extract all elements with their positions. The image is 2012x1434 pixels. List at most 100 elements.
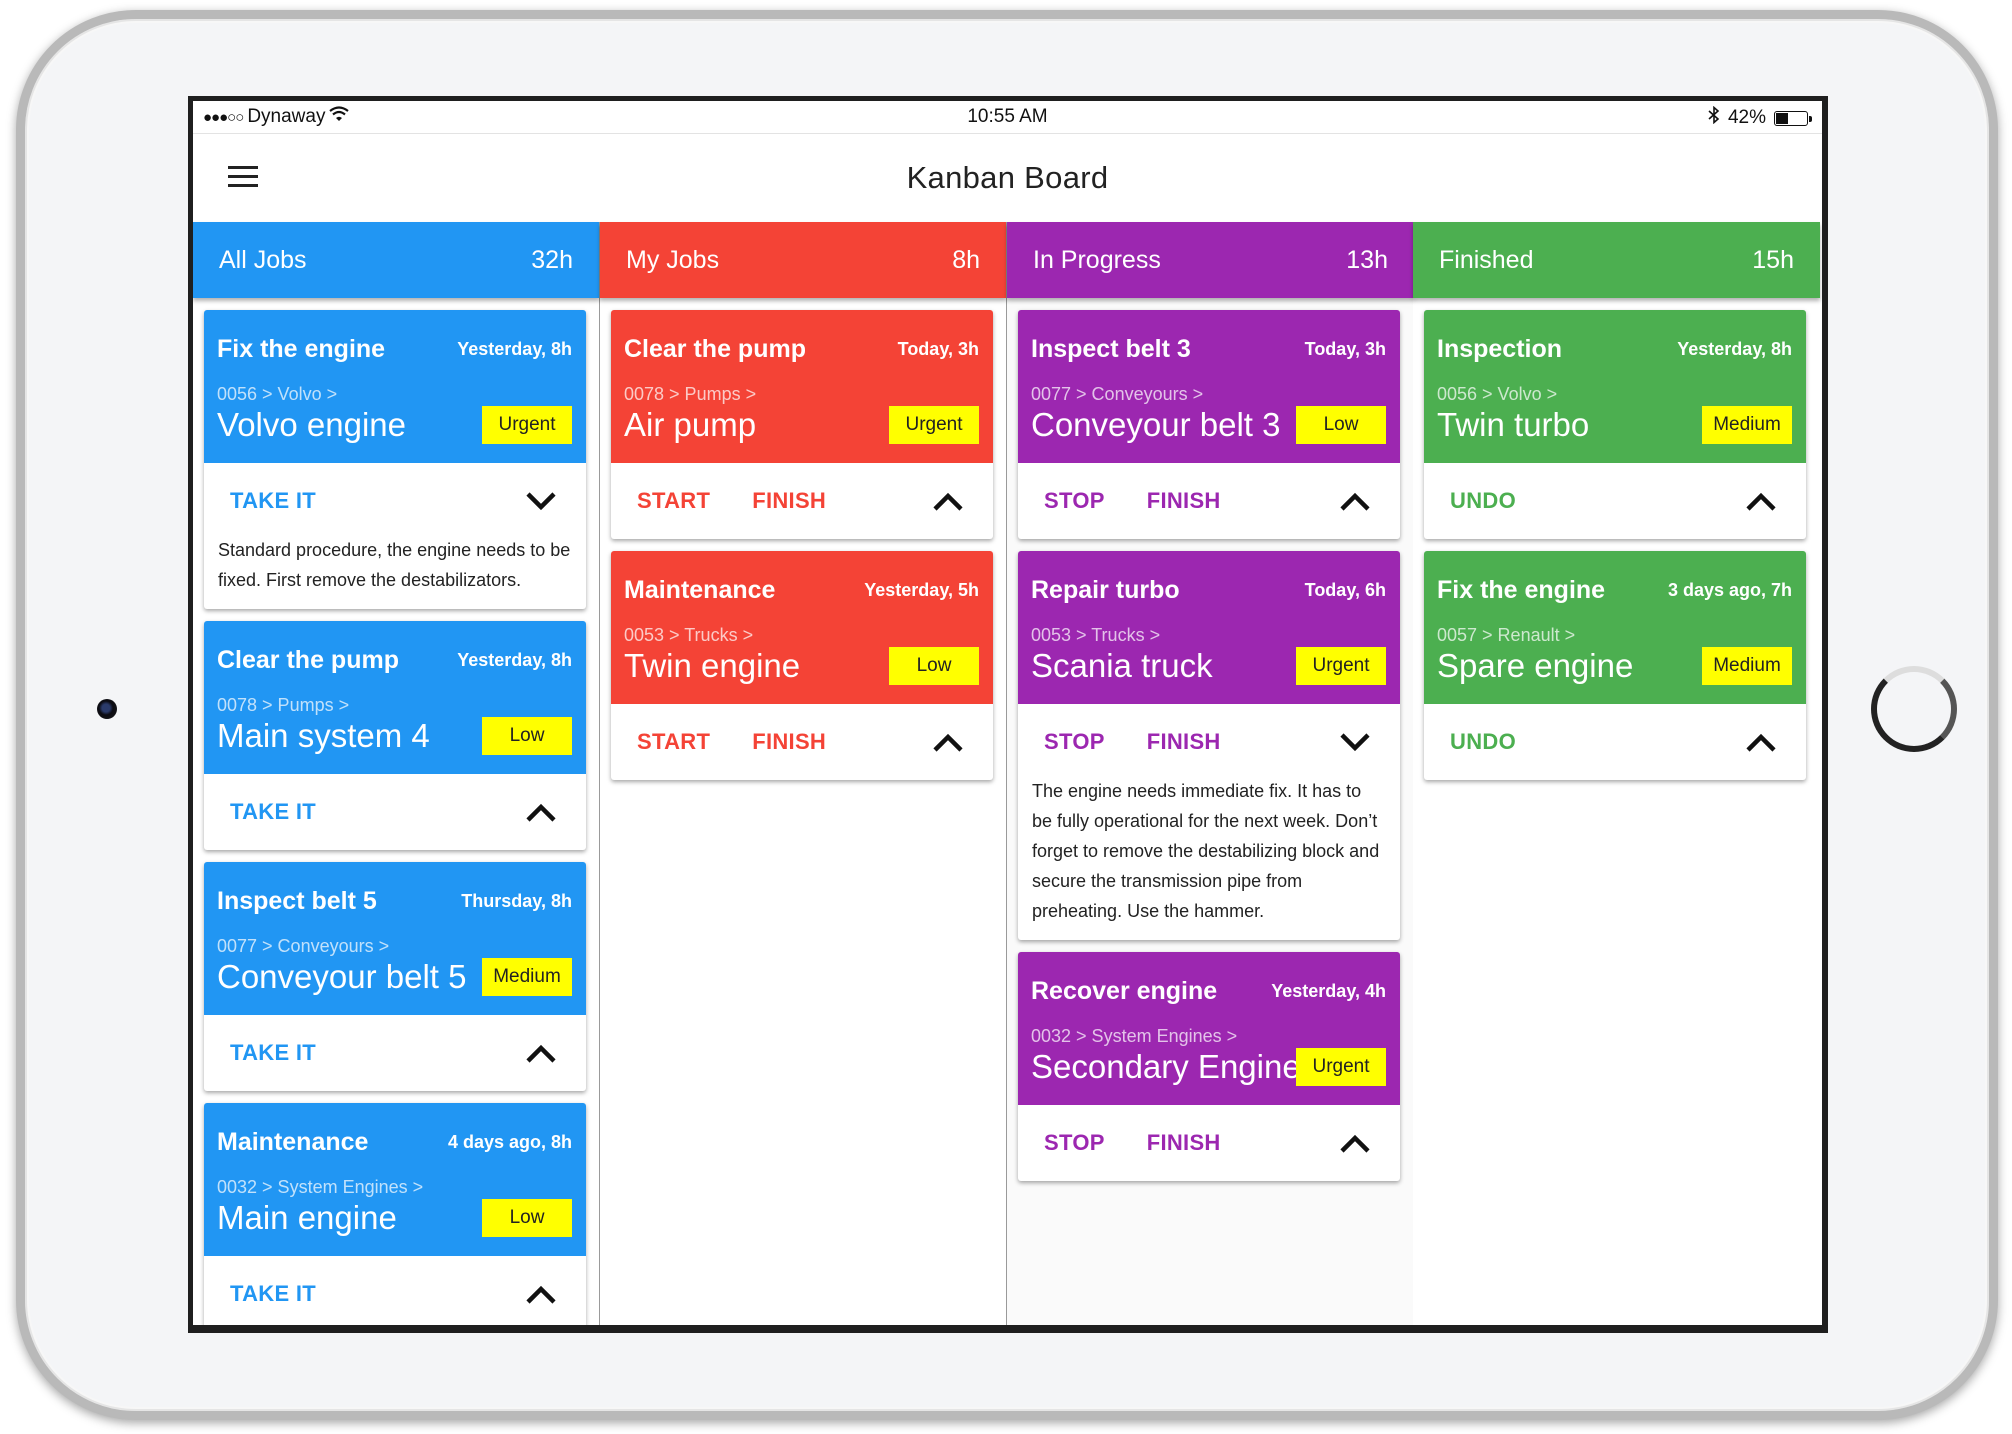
undo-button[interactable]: UNDO [1450, 488, 1516, 514]
asset-path: 0078 > Pumps > [217, 695, 350, 715]
job-title: Fix the engine [217, 335, 386, 363]
job-title: Maintenance [217, 1128, 369, 1156]
finish-button[interactable]: FINISH [752, 729, 826, 755]
battery-percent: 42% [1727, 107, 1766, 128]
start-button[interactable]: START [637, 729, 710, 755]
job-card[interactable]: Inspection Yesterday, 8h 0056 > Volvo > Twi… [1424, 310, 1806, 539]
undo-button[interactable]: UNDO [1450, 729, 1516, 755]
column-header-in-progress[interactable]: In Progress 13h [1007, 222, 1414, 298]
card-header[interactable]: Clear the pump Today, 3h 0078 > Pumps > Air… [611, 310, 993, 463]
take-it-button[interactable]: TAKE IT [230, 1281, 316, 1307]
asset-path: 0032 > System Engines > [217, 1177, 424, 1197]
job-card[interactable]: Maintenance 4 days ago, 8h 0032 > System E… [204, 1103, 586, 1325]
column-title: My Jobs [626, 245, 720, 274]
card-header[interactable]: Clear the pump Yesterday, 8h 0078 > Pumps … [204, 621, 586, 774]
job-time: Today, 3h [897, 339, 979, 359]
column-header-my-jobs[interactable]: My Jobs 8h [600, 222, 1006, 298]
card-actions: STOP FINISH [1018, 704, 1400, 780]
finish-button[interactable]: FINISH [752, 488, 826, 514]
asset-path: 0077 > Conveyours > [217, 936, 390, 956]
stop-button[interactable]: STOP [1044, 729, 1105, 755]
take-it-button[interactable]: TAKE IT [230, 1040, 316, 1066]
card-actions: START FINISH [611, 463, 993, 539]
column-header-all-jobs[interactable]: All Jobs 32h [193, 222, 599, 298]
job-title: Maintenance [624, 576, 776, 604]
card-header[interactable]: Maintenance 4 days ago, 8h 0032 > System E… [204, 1103, 586, 1256]
battery-level [1776, 112, 1788, 124]
card-list: Inspect belt 3 Today, 3h 0077 > Conveyours… [1007, 298, 1414, 1181]
chevron-up-icon[interactable] [931, 728, 965, 756]
column-all-jobs: All Jobs 32h Fix the engine Yesterday, 8h 00… [193, 222, 600, 1325]
card-header[interactable]: Maintenance Yesterday, 5h 0053 > Trucks > T… [611, 551, 993, 704]
column-in-progress: In Progress 13h Inspect belt 3 Today, 3h 007… [1007, 222, 1414, 1325]
status-bar: ●●●○○ Dynaway 10:55 AM 42% [193, 101, 1822, 134]
asset-name: Twin turbo [1437, 406, 1590, 443]
card-header[interactable]: Repair turbo Today, 6h 0053 > Trucks > Scan… [1018, 551, 1400, 704]
job-card[interactable]: Repair turbo Today, 6h 0053 > Trucks > Scan… [1018, 551, 1400, 940]
job-card[interactable]: Inspect belt 3 Today, 3h 0077 > Conveyours… [1018, 310, 1400, 539]
column-title: All Jobs [219, 245, 307, 274]
job-card[interactable]: Maintenance Yesterday, 5h 0053 > Trucks > T… [611, 551, 993, 780]
chevron-up-icon[interactable] [931, 487, 965, 515]
job-card[interactable]: Inspect belt 5 Thursday, 8h 0077 > Conveyo… [204, 862, 586, 1091]
job-description: Standard procedure, the engine needs to … [218, 540, 571, 590]
chevron-up-icon[interactable] [1338, 1129, 1372, 1157]
card-header[interactable]: Inspect belt 3 Today, 3h 0077 > Conveyours… [1018, 310, 1400, 463]
chevron-down-icon[interactable] [1338, 728, 1372, 756]
asset-path: 0056 > Volvo > [217, 384, 338, 404]
job-title: Repair turbo [1031, 576, 1180, 604]
column-title: In Progress [1033, 245, 1161, 274]
job-card[interactable]: Clear the pump Yesterday, 8h 0078 > Pumps … [204, 621, 586, 850]
card-header[interactable]: Fix the engine Yesterday, 8h 0056 > Volvo … [204, 310, 586, 463]
chevron-up-icon[interactable] [524, 1039, 558, 1067]
card-header[interactable]: Inspection Yesterday, 8h 0056 > Volvo > Twi… [1424, 310, 1806, 463]
asset-name: Conveyour belt 5 [217, 958, 467, 995]
card-header[interactable]: Recover engine Yesterday, 4h 0032 > System… [1018, 952, 1400, 1105]
priority-badge: Urgent [1296, 1048, 1386, 1086]
job-time: Yesterday, 8h [1677, 339, 1792, 359]
home-button[interactable] [1871, 666, 1957, 752]
card-header[interactable]: Fix the engine 3 days ago, 7h 0057 > Renau… [1424, 551, 1806, 704]
column-hours: 13h [1346, 245, 1388, 274]
card-actions: TAKE IT [204, 463, 586, 539]
stop-button[interactable]: STOP [1044, 488, 1105, 514]
job-card[interactable]: Fix the engine 3 days ago, 7h 0057 > Renau… [1424, 551, 1806, 780]
priority-badge: Urgent [482, 406, 572, 444]
chevron-up-icon[interactable] [1744, 728, 1778, 756]
job-time: Today, 3h [1304, 339, 1386, 359]
stop-button[interactable]: STOP [1044, 1130, 1105, 1156]
chevron-up-icon[interactable] [524, 798, 558, 826]
front-camera [97, 699, 117, 719]
chevron-up-icon[interactable] [1744, 487, 1778, 515]
chevron-up-icon[interactable] [524, 1280, 558, 1308]
take-it-button[interactable]: TAKE IT [230, 488, 316, 514]
priority-badge: Low [1296, 406, 1386, 444]
finish-button[interactable]: FINISH [1147, 729, 1221, 755]
job-time: Yesterday, 5h [864, 580, 979, 600]
column-hours: 15h [1752, 245, 1794, 274]
job-card[interactable]: Fix the engine Yesterday, 8h 0056 > Volvo … [204, 310, 586, 609]
kanban-board: All Jobs 32h Fix the engine Yesterday, 8h 00… [193, 222, 1820, 1325]
asset-name: Secondary Engine [1031, 1048, 1301, 1085]
column-header-finished[interactable]: Finished 15h [1413, 222, 1820, 298]
start-button[interactable]: START [637, 488, 710, 514]
take-it-button[interactable]: TAKE IT [230, 799, 316, 825]
column-hours: 32h [531, 245, 573, 274]
job-card[interactable]: Clear the pump Today, 3h 0078 > Pumps > Air… [611, 310, 993, 539]
finish-button[interactable]: FINISH [1147, 488, 1221, 514]
job-title: Inspect belt 5 [217, 887, 377, 915]
job-title: Clear the pump [217, 646, 399, 674]
asset-name: Twin engine [624, 647, 801, 684]
asset-path: 0057 > Renault > [1437, 625, 1576, 645]
card-header[interactable]: Inspect belt 5 Thursday, 8h 0077 > Conveyo… [204, 862, 586, 1015]
chevron-up-icon[interactable] [1338, 487, 1372, 515]
priority-badge: Low [482, 1199, 572, 1237]
finish-button[interactable]: FINISH [1147, 1130, 1221, 1156]
asset-name: Main system 4 [217, 717, 430, 754]
chevron-down-icon[interactable] [524, 487, 558, 515]
job-title: Fix the engine [1437, 576, 1606, 604]
card-list: Fix the engine Yesterday, 8h 0056 > Volvo … [193, 298, 599, 1325]
asset-name: Spare engine [1437, 647, 1634, 684]
asset-path: 0056 > Volvo > [1437, 384, 1558, 404]
job-card[interactable]: Recover engine Yesterday, 4h 0032 > System… [1018, 952, 1400, 1181]
